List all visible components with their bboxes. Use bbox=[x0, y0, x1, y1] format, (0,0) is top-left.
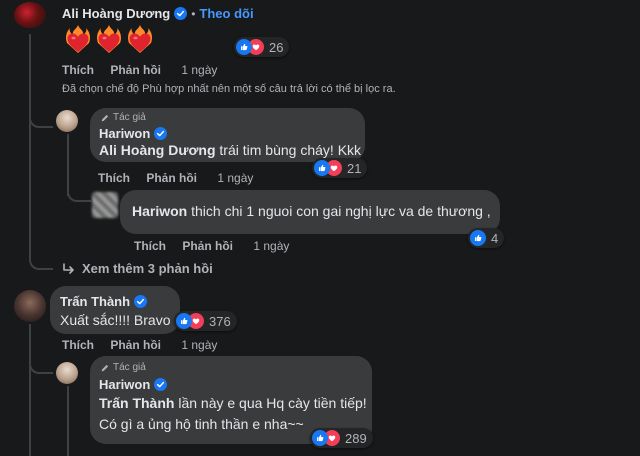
reply2-reactions[interactable]: 4 bbox=[468, 228, 505, 248]
reply-button[interactable]: Phản hồi bbox=[146, 171, 197, 185]
thread-connector bbox=[29, 358, 53, 374]
comment1-header: Ali Hoàng Dương • Theo dõi bbox=[62, 6, 254, 21]
timestamp[interactable]: 1 ngày bbox=[253, 239, 289, 253]
reply1-header: Hariwon bbox=[99, 126, 167, 141]
reply3-reactions[interactable]: 289 bbox=[310, 428, 373, 448]
avatar-blurred[interactable] bbox=[92, 192, 118, 218]
reply-button[interactable]: Phản hồi bbox=[110, 338, 161, 352]
reaction-count: 376 bbox=[209, 313, 231, 329]
reply2-bubble: Hariwon thich chi 1 nguoi con gai nghị l… bbox=[120, 190, 500, 234]
avatar-ali[interactable] bbox=[14, 2, 46, 28]
reply3-header: Hariwon bbox=[99, 377, 167, 392]
reply1-text: Ali Hoàng Dương trái tim bùng cháy! Kkk bbox=[99, 142, 361, 158]
like-reaction-icon bbox=[314, 160, 330, 176]
like-button[interactable]: Thích bbox=[62, 338, 94, 352]
view-more-replies-label: Xem thêm 3 phản hồi bbox=[82, 261, 213, 276]
reply-button[interactable]: Phản hồi bbox=[110, 63, 161, 77]
reaction-count: 21 bbox=[347, 160, 362, 176]
thread-line bbox=[29, 324, 31, 456]
pencil-icon bbox=[100, 113, 110, 123]
reaction-count: 289 bbox=[345, 430, 367, 446]
thread-connector bbox=[29, 250, 53, 270]
reply-button[interactable]: Phản hồi bbox=[182, 239, 233, 253]
timestamp[interactable]: 1 ngày bbox=[217, 171, 253, 185]
reply1-bubble: Tác giả Hariwon Ali Hoàng Dương trái tim… bbox=[90, 108, 365, 162]
comment2-text: Xuất sắc!!!! Bravo bbox=[60, 312, 171, 328]
comment2-actions: Thích Phản hồi 1 ngày bbox=[62, 338, 217, 352]
thread-line bbox=[67, 386, 69, 456]
verified-icon bbox=[154, 127, 167, 140]
comment2-reactions[interactable]: 376 bbox=[174, 311, 237, 331]
like-reaction-icon bbox=[470, 230, 486, 246]
verified-icon bbox=[174, 7, 187, 20]
filter-notice: Đã chọn chế độ Phù hợp nhất nên một số c… bbox=[62, 83, 396, 95]
separator-dot: • bbox=[191, 6, 196, 21]
comment2-bubble: Trấn Thành Xuất sắc!!!! Bravo bbox=[50, 286, 180, 334]
reply2-text: Hariwon thich chi 1 nguoi con gai nghị l… bbox=[132, 203, 491, 219]
reply3-author[interactable]: Hariwon bbox=[99, 377, 150, 392]
author-tag-label: Tác giả bbox=[113, 362, 146, 373]
comment2-author[interactable]: Trấn Thành bbox=[60, 294, 130, 309]
view-more-replies-button[interactable]: Xem thêm 3 phản hồi bbox=[62, 261, 213, 276]
author-tag: Tác giả bbox=[100, 112, 146, 123]
comment1-author[interactable]: Ali Hoàng Dương bbox=[62, 6, 170, 21]
author-tag: Tác giả bbox=[100, 362, 146, 373]
avatar-hariwon[interactable] bbox=[56, 110, 78, 132]
avatar-hariwon[interactable] bbox=[56, 362, 78, 384]
timestamp[interactable]: 1 ngày bbox=[181, 338, 217, 352]
fire-heart-icon bbox=[95, 24, 123, 54]
like-reaction-icon bbox=[176, 313, 192, 329]
author-tag-label: Tác giả bbox=[113, 112, 146, 123]
comment1-actions: Thích Phản hồi 1 ngày bbox=[62, 63, 217, 77]
verified-icon bbox=[154, 378, 167, 391]
mention-link[interactable]: Trấn Thành bbox=[99, 395, 174, 411]
thread-line bbox=[29, 34, 31, 254]
mention-link[interactable]: Hariwon bbox=[132, 203, 187, 219]
reply1-actions: Thích Phản hồi 1 ngày bbox=[98, 171, 253, 185]
fire-heart-icon bbox=[126, 24, 154, 54]
comment1-reactions[interactable]: 26 bbox=[234, 37, 290, 57]
reply3-text-line1: Trấn Thành lần này e qua Hq cày tiền tiế… bbox=[99, 395, 367, 411]
reply3-body-line1: lần này e qua Hq cày tiền tiếp! bbox=[174, 395, 367, 411]
comment2-header: Trấn Thành bbox=[60, 294, 147, 309]
like-button[interactable]: Thích bbox=[62, 63, 94, 77]
fire-heart-icon bbox=[64, 24, 92, 54]
verified-icon bbox=[134, 295, 147, 308]
reaction-count: 4 bbox=[491, 230, 499, 246]
thread-connector bbox=[29, 110, 53, 128]
comment1-hearts bbox=[64, 24, 154, 54]
reply1-body: trái tim bùng cháy! Kkk bbox=[215, 142, 362, 158]
like-reaction-icon bbox=[312, 430, 328, 446]
reaction-count: 26 bbox=[269, 39, 284, 55]
like-button[interactable]: Thích bbox=[134, 239, 166, 253]
reply1-reactions[interactable]: 21 bbox=[312, 158, 368, 178]
follow-button[interactable]: Theo dõi bbox=[199, 6, 253, 21]
reply2-body: thich chi 1 nguoi con gai nghị lực va de… bbox=[187, 203, 491, 219]
reply2-actions: Thích Phản hồi 1 ngày bbox=[134, 239, 289, 253]
like-reaction-icon bbox=[236, 39, 252, 55]
reply1-author[interactable]: Hariwon bbox=[99, 126, 150, 141]
like-button[interactable]: Thích bbox=[98, 171, 130, 185]
thread-connector bbox=[67, 186, 91, 202]
pencil-icon bbox=[100, 363, 110, 373]
avatar-tran-thanh[interactable] bbox=[14, 290, 46, 322]
reply-arrow-icon bbox=[63, 262, 74, 274]
mention-link[interactable]: Ali Hoàng Dương bbox=[99, 142, 216, 158]
timestamp[interactable]: 1 ngày bbox=[181, 63, 217, 77]
reply3-text-line2: Có gì a ủng hộ tinh thần e nha~~ bbox=[99, 416, 304, 432]
